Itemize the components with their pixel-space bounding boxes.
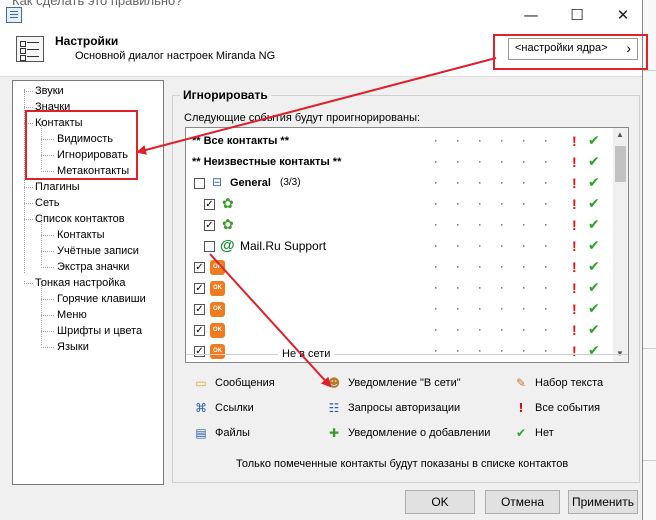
arrow-ignore-to-online-notify [209, 253, 332, 388]
annotation-arrows [136, 57, 497, 388]
arrow-profile-to-ignore [136, 57, 497, 155]
